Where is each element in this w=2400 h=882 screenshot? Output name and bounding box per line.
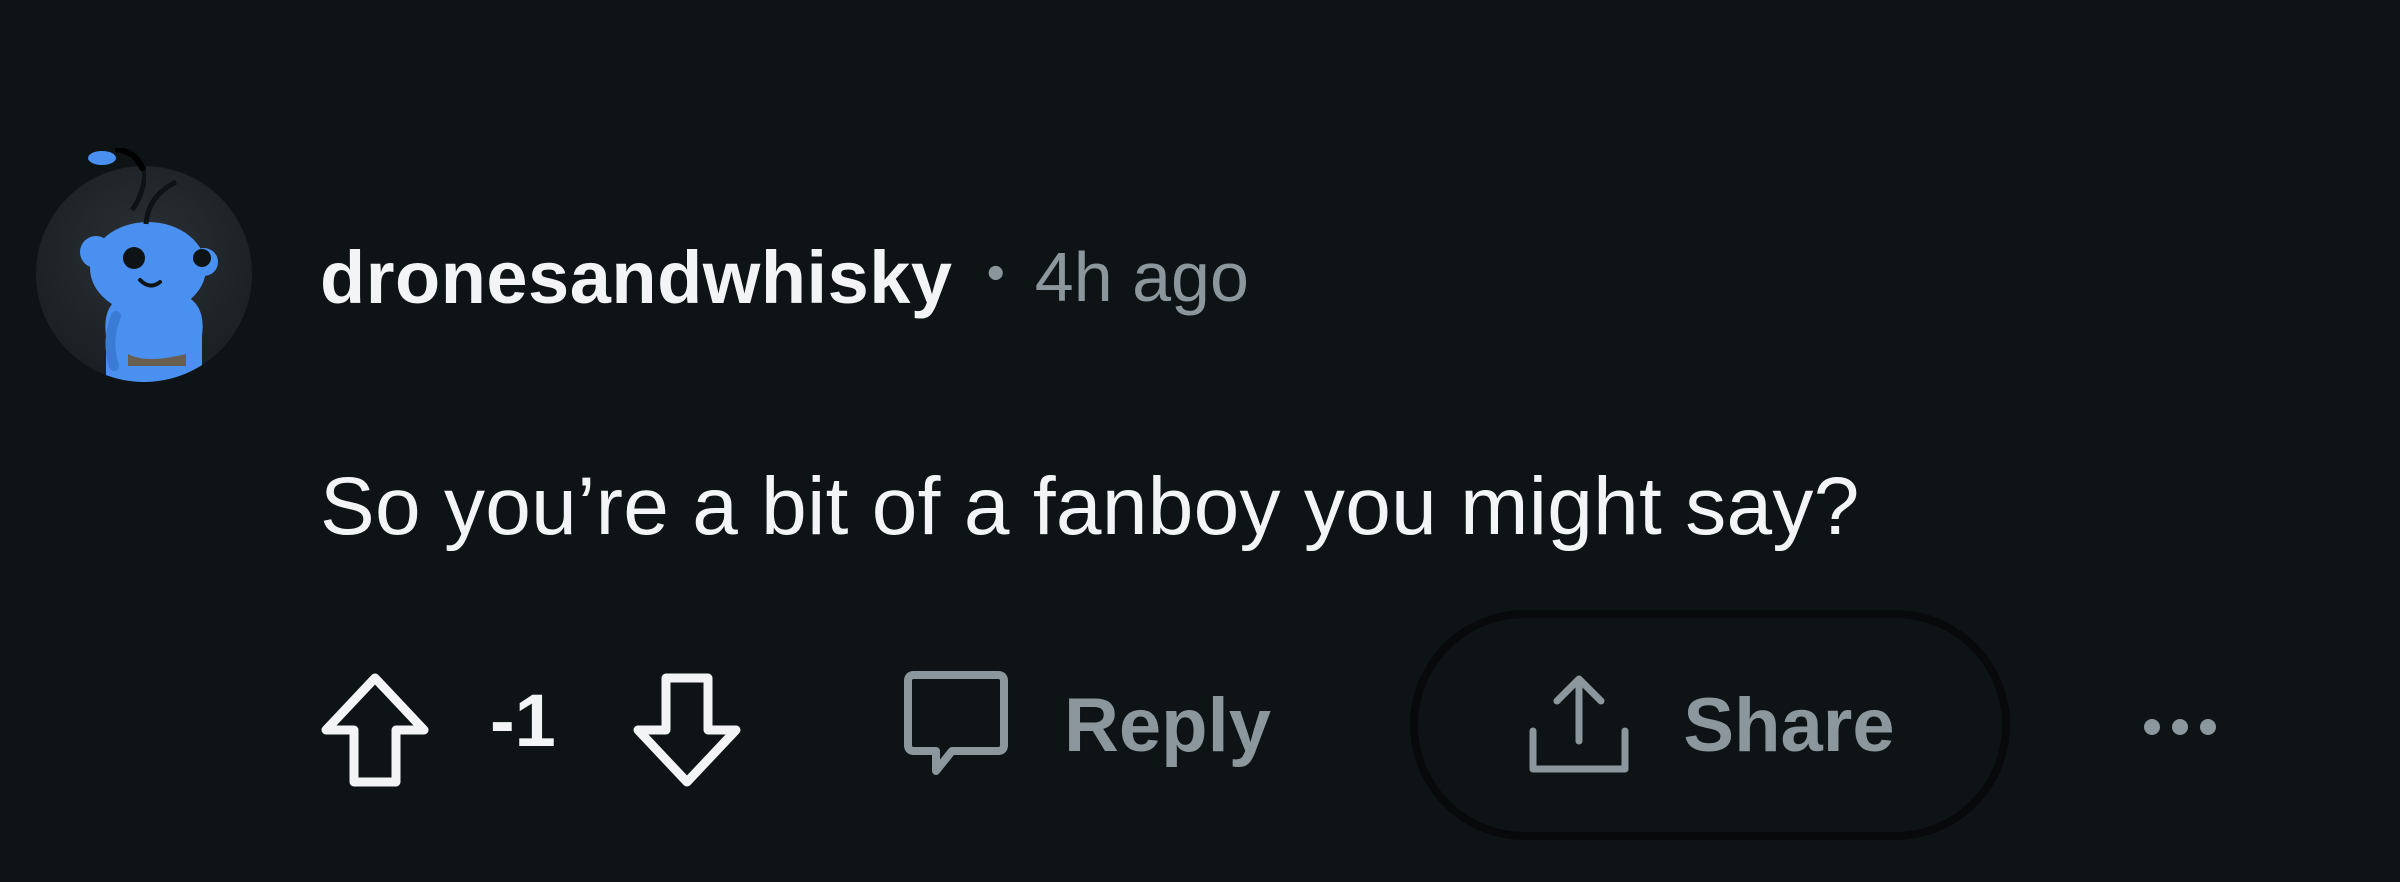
comment: dronesandwhisky • 4h ago So you’re a bit… — [0, 0, 2400, 882]
username-link[interactable]: dronesandwhisky — [320, 235, 953, 320]
comment-header: dronesandwhisky • 4h ago — [320, 232, 1249, 322]
share-upload-icon — [1529, 675, 1629, 773]
ellipsis-icon — [2144, 719, 2216, 735]
comment-body: So you’re a bit of a fanboy you might sa… — [320, 461, 1860, 552]
upvote-arrow-icon — [321, 673, 429, 787]
share-label: Share — [1683, 682, 1895, 768]
share-button[interactable]: Share — [1410, 610, 2010, 840]
downvote-arrow-icon — [633, 673, 741, 787]
speech-bubble-icon — [904, 671, 1008, 775]
timestamp: 4h ago — [1034, 238, 1249, 316]
action-bar: -1 Reply Share — [320, 610, 2320, 840]
reply-button[interactable]: Reply — [900, 660, 1271, 790]
reply-label: Reply — [1064, 682, 1271, 768]
downvote-button[interactable] — [632, 670, 742, 790]
separator-dot: • — [986, 244, 1005, 302]
antenna-icon — [88, 148, 146, 212]
vote-score: -1 — [490, 679, 556, 762]
more-options-button[interactable] — [2120, 692, 2240, 762]
upvote-button[interactable] — [320, 670, 430, 790]
